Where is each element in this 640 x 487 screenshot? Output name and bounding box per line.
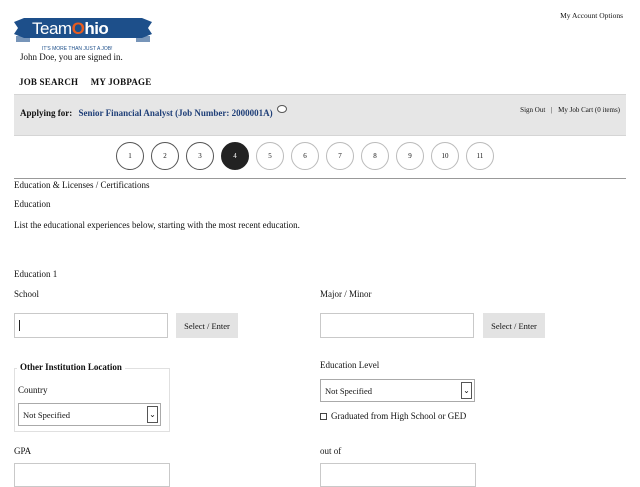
step-3[interactable]: 3: [186, 142, 214, 170]
nav-my-jobpage[interactable]: MY JOBPAGE: [91, 77, 152, 87]
step-6[interactable]: 6: [291, 142, 319, 170]
chevron-down-icon: ⌄: [461, 382, 472, 399]
graduated-row: Graduated from High School or GED: [320, 411, 466, 421]
applying-band: Applying for: Senior Financial Analyst (…: [14, 94, 626, 136]
text-cursor: [19, 320, 20, 331]
country-value: Not Specified: [23, 409, 70, 420]
section-title: Education & Licenses / Certifications: [14, 180, 150, 190]
major-label: Major / Minor: [320, 289, 372, 299]
account-options-link[interactable]: My Account Options: [560, 11, 623, 20]
step-5[interactable]: 5: [256, 142, 284, 170]
comment-icon[interactable]: [276, 105, 287, 113]
education-level-label: Education Level: [320, 360, 380, 370]
section-divider: [14, 178, 626, 179]
school-select-enter-button[interactable]: Select / Enter: [176, 313, 238, 338]
education-level-select[interactable]: Not Specified ⌄: [320, 379, 475, 402]
logo-text-team: Team: [32, 19, 72, 38]
step-9[interactable]: 9: [396, 142, 424, 170]
signed-in-text: John Doe, you are signed in.: [20, 52, 123, 62]
graduated-checkbox[interactable]: [320, 412, 327, 420]
graduated-label: Graduated from High School or GED: [331, 411, 467, 421]
step-7[interactable]: 7: [326, 142, 354, 170]
subsection-title: Education: [14, 199, 51, 209]
instructions-text: List the educational experiences below, …: [14, 220, 300, 230]
entry-title: Education 1: [14, 269, 58, 279]
logo-text-o: O: [71, 19, 85, 38]
job-cart-link[interactable]: My Job Cart (0 items): [558, 106, 620, 114]
chevron-down-icon: ⌄: [147, 406, 158, 423]
step-11[interactable]: 11: [466, 142, 494, 170]
step-4-current[interactable]: 4: [221, 142, 249, 170]
out-of-label: out of: [320, 446, 342, 456]
step-10[interactable]: 10: [431, 142, 459, 170]
gpa-input[interactable]: [14, 463, 170, 487]
school-label: School: [14, 289, 40, 299]
job-title-link[interactable]: Senior Financial Analyst (Job Number: 20…: [79, 108, 273, 118]
nav-job-search[interactable]: JOB SEARCH: [19, 77, 78, 87]
gpa-out-of-input[interactable]: [320, 463, 476, 487]
step-2[interactable]: 2: [151, 142, 179, 170]
other-location-legend: Other Institution Location: [17, 362, 125, 372]
step-navigation: 1 2 3 4 5 6 7 8 9 10 11: [116, 142, 494, 170]
band-links: Sign Out | My Job Cart (0 items): [520, 106, 620, 114]
country-label: Country: [18, 385, 48, 395]
step-1[interactable]: 1: [116, 142, 144, 170]
applying-label: Applying for:: [20, 108, 73, 118]
gpa-label: GPA: [14, 446, 32, 456]
education-level-value: Not Specified: [325, 385, 372, 396]
sign-out-link[interactable]: Sign Out: [520, 106, 545, 114]
school-input[interactable]: [14, 313, 168, 338]
logo-text-hio: hio: [84, 19, 109, 38]
major-input[interactable]: [320, 313, 474, 338]
link-separator: |: [551, 106, 553, 114]
main-nav: JOB SEARCH MY JOBPAGE: [19, 77, 161, 87]
applying-for: Applying for: Senior Financial Analyst (…: [20, 105, 287, 118]
step-8[interactable]: 8: [361, 142, 389, 170]
major-select-enter-button[interactable]: Select / Enter: [483, 313, 545, 338]
country-select[interactable]: Not Specified ⌄: [18, 403, 161, 426]
